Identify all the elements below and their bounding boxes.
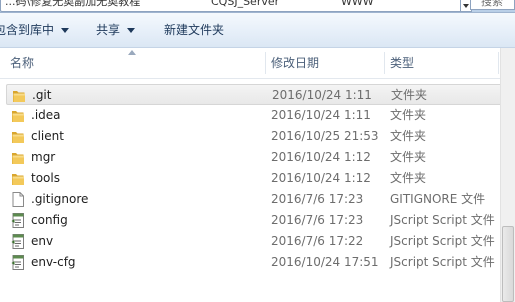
breadcrumb-segment[interactable]: ...码\修复无奥副加无奥教程 <box>5 0 140 9</box>
file-date-modified: 2016/10/24 17:51 <box>271 255 379 269</box>
breadcrumb-segment[interactable]: CQSJ_Server <box>211 0 279 9</box>
new-folder-label: 新建文件夹 <box>164 23 225 37</box>
file-row[interactable]: mgr 2016/10/24 1:12 文件夹 <box>6 147 515 168</box>
file-date-modified: 2016/10/24 1:11 <box>271 108 371 122</box>
address-bar: ...码\修复无奥副加无奥教程 CQSJ_Server WWW 搜索 <box>0 0 515 13</box>
file-name: env-cfg <box>31 255 76 269</box>
command-bar: 包含到库中 共享 新建文件夹 <box>0 13 515 48</box>
chevron-down-icon <box>61 28 70 33</box>
folder-icon <box>11 108 25 123</box>
scrollbar-thumb[interactable] <box>502 226 514 302</box>
file-type: JScript Script 文件 <box>390 213 495 227</box>
folder-icon <box>11 171 25 186</box>
column-headers: 名称 修改日期 类型 大 <box>0 48 515 79</box>
file-row[interactable]: config 2016/7/6 17:23 JScript Script 文件 <box>6 210 515 231</box>
file-name: client <box>31 129 64 143</box>
file-row[interactable]: env 2016/7/6 17:22 JScript Script 文件 <box>6 231 515 252</box>
search-placeholder: 搜索 <box>481 0 503 8</box>
sort-ascending-icon <box>128 50 136 55</box>
file-name: .gitignore <box>31 192 89 206</box>
share-button[interactable]: 共享 <box>96 13 136 47</box>
column-divider[interactable] <box>498 52 499 74</box>
file-type: GITIGNORE 文件 <box>390 192 486 206</box>
column-divider[interactable] <box>265 52 266 74</box>
file-row[interactable]: client 2016/10/25 21:53 文件夹 <box>6 126 515 147</box>
file-name: mgr <box>31 150 56 164</box>
include-in-library-label: 包含到库中 <box>0 23 55 37</box>
file-row[interactable]: .gitignore 2016/7/6 17:23 GITIGNORE 文件 <box>6 189 515 210</box>
share-label: 共享 <box>96 23 121 37</box>
file-date-modified: 2016/10/25 21:53 <box>271 129 379 143</box>
script-icon <box>11 255 25 270</box>
file-row[interactable]: env-cfg 2016/10/24 17:51 JScript Script 文件 <box>6 252 515 273</box>
file-date-modified: 2016/10/24 1:11 <box>272 88 372 102</box>
file-type: JScript Script 文件 <box>390 234 495 248</box>
file-type: 文件夹 <box>391 88 428 102</box>
include-in-library-button[interactable]: 包含到库中 <box>0 13 70 47</box>
file-name: env <box>31 234 54 248</box>
file-name: .git <box>32 88 52 102</box>
folder-icon <box>11 129 25 144</box>
file-date-modified: 2016/7/6 17:23 <box>271 213 364 227</box>
folder-icon <box>11 150 25 165</box>
file-date-modified: 2016/10/24 1:12 <box>271 171 371 185</box>
file-row[interactable]: .idea 2016/10/24 1:11 文件夹 <box>6 105 515 126</box>
script-icon <box>11 234 25 249</box>
file-type: 文件夹 <box>390 108 427 122</box>
file-type: 文件夹 <box>390 150 427 164</box>
file-type: 文件夹 <box>390 129 427 143</box>
file-type: JScript Script 文件 <box>390 255 495 269</box>
document-icon <box>11 192 25 207</box>
column-divider[interactable] <box>384 52 385 74</box>
chevron-down-icon <box>127 28 136 33</box>
breadcrumb-segment[interactable]: WWW <box>341 0 374 9</box>
file-row[interactable]: .git 2016/10/24 1:11 文件夹 <box>6 84 515 105</box>
column-header-date[interactable]: 修改日期 <box>271 48 319 78</box>
file-type: 文件夹 <box>390 171 427 185</box>
column-header-type[interactable]: 类型 <box>390 48 414 78</box>
file-name: tools <box>31 171 60 185</box>
new-folder-button[interactable]: 新建文件夹 <box>164 13 224 47</box>
file-name: config <box>31 213 68 227</box>
search-input[interactable]: 搜索 <box>470 0 515 10</box>
file-name: .idea <box>31 108 61 122</box>
file-date-modified: 2016/10/24 1:12 <box>271 150 371 164</box>
file-row[interactable]: tools 2016/10/24 1:12 文件夹 <box>6 168 515 189</box>
file-date-modified: 2016/7/6 17:22 <box>271 234 364 248</box>
column-header-name[interactable]: 名称 <box>10 48 34 78</box>
folder-icon <box>12 88 26 103</box>
script-icon <box>11 213 25 228</box>
address-field[interactable]: ...码\修复无奥副加无奥教程 CQSJ_Server WWW <box>0 0 464 12</box>
file-date-modified: 2016/7/6 17:23 <box>271 192 364 206</box>
